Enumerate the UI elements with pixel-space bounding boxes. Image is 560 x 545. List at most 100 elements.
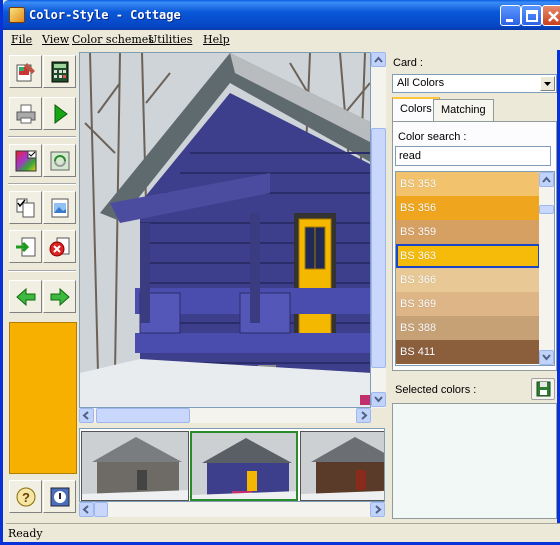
left-toolbar: ?	[6, 52, 78, 522]
menu-color-schemes[interactable]: Color schemes	[72, 33, 154, 46]
color-name: BS 356	[400, 202, 437, 214]
scroll-down-button[interactable]	[539, 350, 554, 365]
chevron-left-icon	[82, 411, 89, 420]
color-palette-button[interactable]	[9, 144, 42, 177]
app-icon	[9, 7, 25, 23]
house-thumbnail	[82, 432, 188, 500]
recolor-icon	[50, 151, 70, 171]
color-list-item[interactable]: BS 356	[396, 196, 540, 220]
calculator-icon	[51, 61, 69, 83]
chevron-up-icon	[374, 56, 383, 63]
color-name: BS 411	[400, 346, 436, 358]
color-list-item[interactable]: BS 369	[396, 292, 540, 316]
documents-checked-icon	[16, 198, 35, 218]
toolbar-separator	[8, 183, 76, 185]
selected-colors-list[interactable]	[392, 403, 557, 519]
calculator-button[interactable]	[43, 55, 76, 88]
toolbar-separator	[8, 270, 76, 272]
refresh-colors-button[interactable]	[43, 144, 76, 177]
svg-text:?: ?	[22, 490, 30, 505]
scroll-right-button[interactable]	[356, 408, 371, 423]
info-button[interactable]	[43, 480, 76, 513]
thumbnail-strip	[79, 428, 385, 502]
play-button[interactable]	[43, 97, 76, 130]
scroll-down-button[interactable]	[371, 392, 386, 407]
house-preview-image[interactable]	[79, 52, 371, 408]
color-list-item[interactable]: BS 366	[396, 268, 540, 292]
thumbnail-blue-house[interactable]	[190, 431, 298, 501]
color-search-input[interactable]: read	[395, 146, 551, 166]
delete-button[interactable]	[43, 230, 76, 263]
scroll-thumb[interactable]	[539, 205, 554, 214]
help-button[interactable]: ?	[9, 480, 42, 513]
preview-vertical-scrollbar[interactable]	[371, 52, 386, 408]
scroll-thumb[interactable]	[371, 128, 386, 368]
close-icon	[548, 11, 559, 22]
scroll-left-button[interactable]	[79, 408, 94, 423]
import-button[interactable]	[9, 230, 42, 263]
scroll-right-button[interactable]	[370, 502, 385, 517]
chevron-left-icon	[82, 505, 89, 514]
color-list-item[interactable]: BS 359	[396, 220, 540, 244]
toolbar-separator	[8, 136, 76, 138]
thumbnail-gray-house[interactable]	[81, 431, 189, 501]
chevron-right-icon	[375, 505, 382, 514]
save-selected-colors-button[interactable]	[531, 378, 555, 400]
preview-horizontal-scrollbar[interactable]	[79, 408, 371, 423]
color-name: BS 388	[400, 322, 437, 334]
app-window: Color-Style - Cottage File View Color sc…	[0, 0, 560, 545]
help-question-icon: ?	[16, 487, 36, 507]
color-list-item[interactable]: BS 363	[396, 244, 540, 268]
next-button[interactable]	[43, 280, 76, 313]
menu-utilities[interactable]: Utilities	[148, 33, 192, 46]
close-button[interactable]	[542, 5, 560, 26]
printer-icon	[16, 104, 36, 124]
open-scheme-button[interactable]	[9, 55, 42, 88]
tab-matching[interactable]: Matching	[433, 99, 494, 121]
status-bar: Ready	[6, 523, 560, 542]
color-list-scrollbar[interactable]	[539, 172, 554, 365]
color-name: BS 353	[400, 178, 437, 190]
scroll-thumb[interactable]	[96, 408, 190, 423]
menu-help[interactable]: Help	[203, 33, 230, 46]
house-thumbnail	[192, 433, 296, 499]
dropdown-button[interactable]	[540, 76, 555, 91]
color-list-item[interactable]: BS 411	[396, 340, 540, 364]
scroll-up-button[interactable]	[371, 52, 386, 67]
selected-colors-label: Selected colors :	[395, 384, 477, 396]
info-icon	[50, 487, 70, 507]
chevron-down-icon	[542, 354, 551, 361]
scroll-thumb[interactable]	[94, 502, 108, 517]
current-color-swatch	[9, 322, 77, 474]
chevron-right-icon	[361, 411, 368, 420]
arrow-left-icon	[16, 287, 36, 307]
house-picture	[80, 53, 370, 407]
thumbnail-scrollbar[interactable]	[79, 502, 385, 517]
scroll-left-button[interactable]	[79, 502, 94, 517]
color-list-item[interactable]: BS 388	[396, 316, 540, 340]
color-list-item[interactable]: BS 353	[396, 172, 540, 196]
picture-document-icon	[51, 198, 69, 218]
preview-area	[79, 52, 386, 520]
menu-view[interactable]: View	[42, 33, 69, 46]
previous-button[interactable]	[9, 280, 42, 313]
thumbnail-brown-house[interactable]	[300, 431, 384, 501]
copy-scheme-button[interactable]	[9, 191, 42, 224]
menu-file[interactable]: File	[11, 33, 32, 46]
card-select[interactable]: All Colors	[392, 74, 557, 93]
maximize-button[interactable]	[521, 5, 542, 26]
arrow-right-icon	[50, 287, 70, 307]
play-arrow-icon	[54, 104, 68, 124]
color-list[interactable]: BS 353 BS 356 BS 359 BS 363 BS 366 BS 369 BS 3…	[395, 171, 555, 366]
maximize-icon	[526, 10, 538, 22]
minimize-button[interactable]	[500, 5, 521, 26]
print-button[interactable]	[9, 97, 42, 130]
title-bar: Color-Style - Cottage	[3, 0, 560, 30]
color-name: BS 363	[400, 250, 437, 262]
menu-bar: File View Color schemes Utilities Help	[6, 30, 560, 50]
save-disk-icon	[536, 381, 551, 397]
picture-button[interactable]	[43, 191, 76, 224]
scroll-up-button[interactable]	[539, 172, 554, 187]
status-text: Ready	[8, 527, 43, 540]
color-name: BS 366	[400, 274, 437, 286]
